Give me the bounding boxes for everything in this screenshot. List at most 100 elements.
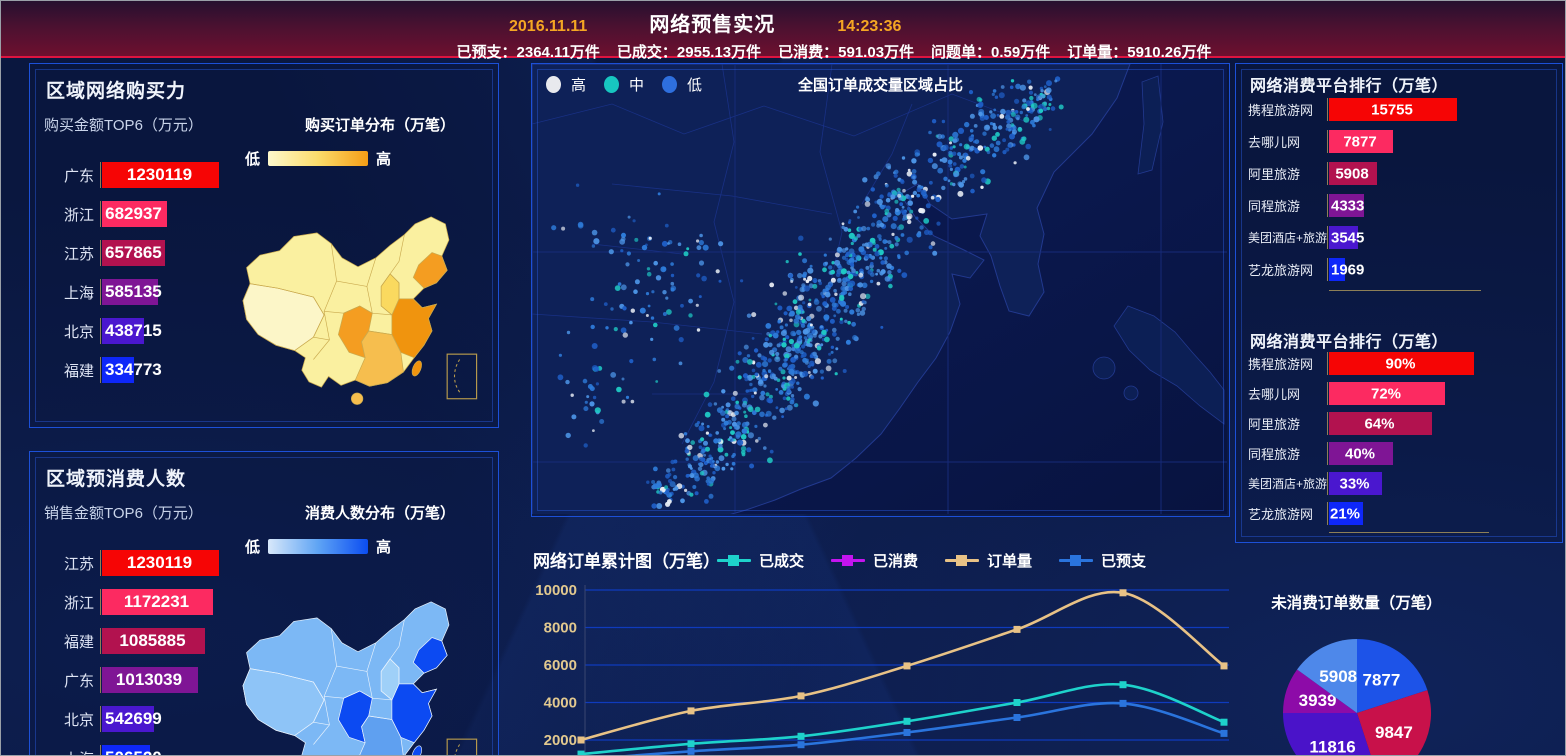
page-title: 网络预售实况 [649, 8, 775, 37]
legend-item-已预支[interactable]: 已预支 [1059, 550, 1146, 571]
ranking-row[interactable]: 携程旅游网 15755 [1248, 98, 1552, 121]
dashboard: 2016.11.11 网络预售实况 14:23:36 已预支：2364.11万件… [0, 0, 1566, 756]
ranking-row[interactable]: 阿里旅游5908 [1248, 162, 1552, 185]
ranking-label: 同程旅游 [1248, 444, 1327, 463]
legend-label: 订单量 [987, 550, 1032, 571]
panel-region-buy-power: 区域网络购买力 购买金额TOP6（万元） 购买订单分布（万笔） 低 高 广东12… [29, 63, 499, 428]
bar-label: 北京 [42, 709, 100, 730]
bar-track: 3545 [1327, 226, 1552, 249]
series-line-订单量[interactable] [581, 592, 1224, 740]
pie-label: 3939 [1299, 691, 1337, 710]
order-scatter-map[interactable] [532, 64, 1227, 514]
pie-label: 5908 [1319, 667, 1357, 686]
header-stat: 已消费：591.03万件 [778, 41, 914, 62]
map-chart-title: 购买订单分布（万笔） [270, 114, 490, 135]
series-line-已预支[interactable] [581, 703, 1224, 756]
bar-row[interactable]: 广东 1230119 [42, 162, 272, 188]
bar-track: 7877 [1327, 130, 1552, 153]
svg-text:2000: 2000 [544, 732, 577, 749]
ranking-row[interactable]: 艺龙旅游网1969 [1248, 258, 1552, 281]
bar-value: 438715 [105, 321, 162, 341]
panel-unconsumed-pie: 未消费订单数量（万笔） 787798471181639395908 [1239, 583, 1561, 756]
bar-track: 90% [1327, 352, 1552, 375]
bar-value: 506520 [105, 748, 162, 756]
gradient-bar-blue [268, 539, 368, 554]
bar-label: 浙江 [42, 592, 100, 613]
legend-item-已消费[interactable]: 已消费 [831, 550, 918, 571]
map-chart-title: 消费人数分布（万笔） [270, 502, 490, 523]
legend-label: 已消费 [873, 550, 918, 571]
header-row-title: 2016.11.11 网络预售实况 14:23:36 [1, 1, 1565, 37]
ranking-row[interactable]: 阿里旅游64% [1248, 412, 1552, 435]
unconsumed-orders-pie[interactable]: 787798471181639395908 [1239, 621, 1479, 756]
ranking-label: 去哪儿网 [1248, 132, 1327, 151]
ranking-row[interactable]: 去哪儿网 7877 [1248, 130, 1552, 153]
header-stat: 已成交：2955.13万件 [617, 41, 761, 62]
bar-value: 3545 [1331, 229, 1364, 246]
bar-label: 北京 [42, 321, 100, 342]
panel-platform-rankings: 网络消费平台排行（万笔） 携程旅游网 15755 去哪儿网 7877 阿里旅游5908 同… [1235, 63, 1563, 543]
bar-value: 657865 [105, 243, 162, 263]
bar-track: 40% [1327, 442, 1552, 465]
bar-value: 7877 [1343, 133, 1376, 150]
ranking-row[interactable]: 去哪儿网72% [1248, 382, 1552, 405]
bar-chart-title: 购买金额TOP6（万元） [44, 114, 203, 135]
bar-value: 72% [1371, 385, 1401, 402]
ranking-row[interactable]: 艺龙旅游网21% [1248, 502, 1552, 525]
header-date: 2016.11.11 [509, 18, 587, 36]
pie-label: 11816 [1309, 738, 1355, 756]
ranking-row[interactable]: 美团酒店+旅游33% [1248, 472, 1552, 495]
bar-row[interactable]: 江苏1230119 [42, 550, 272, 576]
legend-marker [945, 559, 979, 562]
legend-marker [1059, 559, 1093, 562]
bar-label: 浙江 [42, 204, 100, 225]
series-line-已成交[interactable] [581, 684, 1224, 754]
bar-value: 4333 [1331, 197, 1364, 214]
legend-label: 已预支 [1101, 550, 1146, 571]
ranking-volume-title: 网络消费平台排行（万笔） [1250, 72, 1448, 96]
bar-label: 上海 [42, 282, 100, 303]
bar-track: 1969 [1327, 258, 1552, 281]
bar-value: 1969 [1331, 261, 1364, 278]
ranking-label: 艺龙旅游网 [1248, 260, 1327, 279]
bar-value: 1230119 [127, 165, 192, 185]
svg-text:6000: 6000 [544, 657, 577, 674]
ranking-row[interactable]: 美团酒店+旅游3545 [1248, 226, 1552, 249]
ranking-percent-title: 网络消费平台排行（万笔） [1250, 328, 1448, 352]
bar-value: 542699 [105, 709, 162, 729]
bar-value: 40% [1345, 445, 1375, 462]
pie-title: 未消费订单数量（万笔） [1239, 591, 1474, 613]
line-chart-legend[interactable]: 已成交 已消费 订单量 已预支 [717, 550, 1146, 571]
bar-label: 江苏 [42, 553, 100, 574]
header-banner: 2016.11.11 网络预售实况 14:23:36 已预支：2364.11万件… [1, 1, 1565, 58]
bar-label: 上海 [42, 748, 100, 756]
china-map-blue[interactable] [224, 584, 492, 756]
header-stat: 已预支：2364.11万件 [457, 41, 600, 62]
bar-track: 1230119 [100, 550, 272, 576]
line-chart-title: 网络订单累计图（万笔） [533, 547, 720, 572]
panel-orders-line-chart: 网络订单累计图（万笔） 已成交 已消费 订单量 已预支 100008000600040… [529, 541, 1241, 756]
orders-line-chart[interactable]: 100008000600040002000 [529, 575, 1241, 756]
bar-track: 21% [1327, 502, 1552, 525]
axis-line [1329, 290, 1481, 291]
ranking-row[interactable]: 同程旅游 40% [1248, 442, 1552, 465]
bar-label: 广东 [42, 165, 100, 186]
bar-track: 33% [1327, 472, 1552, 495]
bar-track: 1230119 [100, 162, 272, 188]
ranking-label: 阿里旅游 [1248, 164, 1327, 183]
legend-item-订单量[interactable]: 订单量 [945, 550, 1032, 571]
legend-label: 已成交 [759, 550, 804, 571]
legend-high-label: 高 [376, 148, 391, 169]
bar-value: 15755 [1371, 101, 1413, 118]
ranking-row[interactable]: 携程旅游网90% [1248, 352, 1552, 375]
bar-value: 1172231 [124, 592, 189, 612]
china-map-orange[interactable] [224, 199, 492, 413]
header-stat: 订单量：5910.26万件 [1067, 41, 1211, 62]
gradient-bar-orange [268, 151, 368, 166]
legend-item-已成交[interactable]: 已成交 [717, 550, 804, 571]
ranking-label: 阿里旅游 [1248, 414, 1327, 433]
ranking-label: 携程旅游网 [1248, 100, 1327, 119]
ranking-row[interactable]: 同程旅游4333 [1248, 194, 1552, 217]
bar-value: 33% [1339, 475, 1369, 492]
bar-value: 1085885 [119, 631, 185, 651]
